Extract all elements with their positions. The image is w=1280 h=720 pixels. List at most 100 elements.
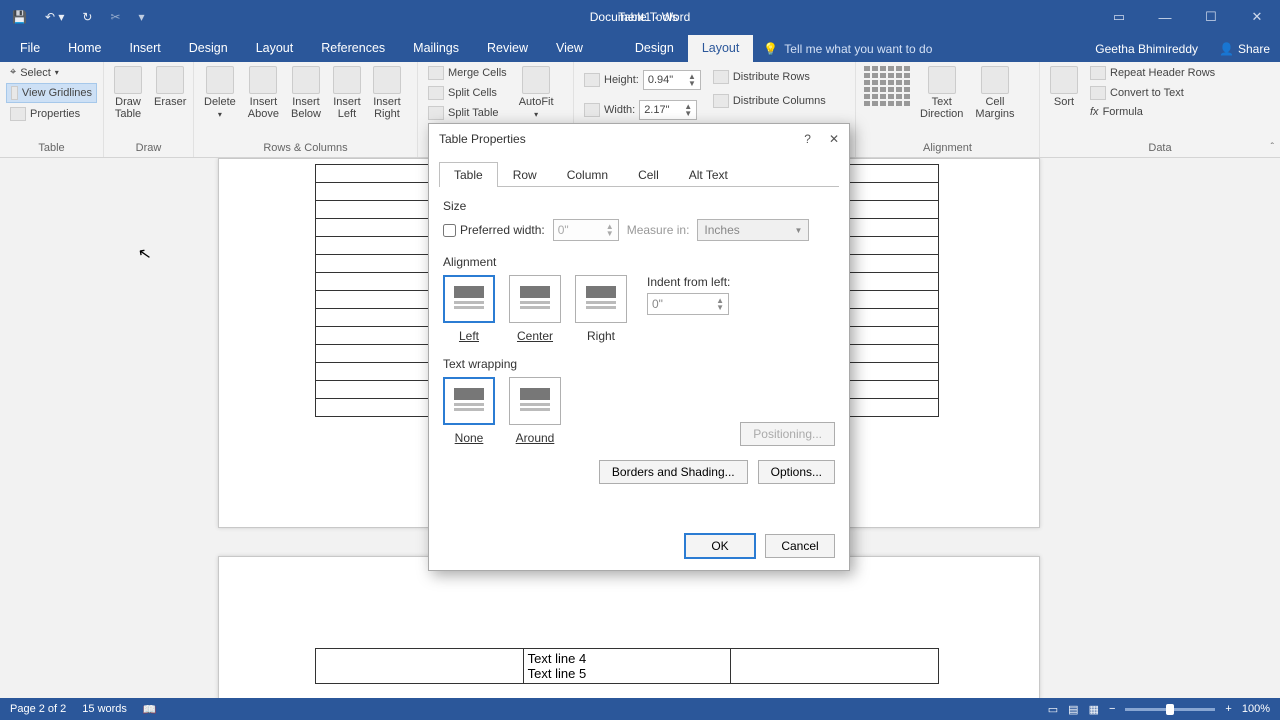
dlg-tab-table[interactable]: Table bbox=[439, 162, 498, 187]
insert-below-button[interactable]: Insert Below bbox=[287, 64, 325, 122]
eraser-label: Eraser bbox=[154, 96, 186, 108]
height-input[interactable]: 0.94"▲▼ bbox=[643, 70, 701, 90]
draw-table-button[interactable]: Draw Table bbox=[110, 64, 146, 122]
table-cell-text[interactable]: Text line 4 Text line 5 bbox=[523, 649, 731, 684]
dlg-tab-column[interactable]: Column bbox=[552, 162, 623, 187]
split-cells-button[interactable]: Split Cells bbox=[424, 84, 511, 102]
align-ml-icon[interactable] bbox=[864, 80, 878, 92]
dialog-title: Table Properties bbox=[439, 132, 526, 146]
width-input[interactable]: 2.17"▲▼ bbox=[639, 100, 697, 120]
delete-button[interactable]: Delete▾ bbox=[200, 64, 240, 123]
tab-layout[interactable]: Layout bbox=[242, 35, 308, 62]
redo-icon[interactable]: ↻ bbox=[82, 10, 92, 24]
tab-table-design[interactable]: Design bbox=[621, 35, 688, 62]
repeat-label: Repeat Header Rows bbox=[1110, 67, 1215, 79]
collapse-ribbon-icon[interactable]: ˆ bbox=[1271, 142, 1274, 153]
ok-button[interactable]: OK bbox=[685, 534, 755, 558]
dlg-tab-alttext[interactable]: Alt Text bbox=[674, 162, 743, 187]
dialog-tabs: Table Row Column Cell Alt Text bbox=[439, 162, 839, 187]
convert-text-button[interactable]: Convert to Text bbox=[1086, 84, 1219, 102]
dialog-close-icon[interactable]: ✕ bbox=[829, 132, 839, 146]
align-bl-icon[interactable] bbox=[864, 94, 878, 106]
eraser-button[interactable]: Eraser bbox=[150, 64, 190, 110]
user-name[interactable]: Geetha Bhimireddy bbox=[1095, 36, 1198, 62]
zoom-slider[interactable] bbox=[1125, 708, 1215, 711]
page-indicator[interactable]: Page 2 of 2 bbox=[10, 703, 66, 716]
dlg-tab-row[interactable]: Row bbox=[498, 162, 552, 187]
insert-right-button[interactable]: Insert Right bbox=[369, 64, 405, 122]
cancel-button[interactable]: Cancel bbox=[765, 534, 835, 558]
merge-cells-button[interactable]: Merge Cells bbox=[424, 64, 511, 82]
cell-margins-label: Cell Margins bbox=[975, 96, 1014, 120]
tab-design[interactable]: Design bbox=[175, 35, 242, 62]
tab-mailings[interactable]: Mailings bbox=[399, 35, 473, 62]
tab-view[interactable]: View bbox=[542, 35, 597, 62]
align-br-icon[interactable] bbox=[896, 94, 910, 106]
table-2[interactable]: Text line 4 Text line 5 bbox=[315, 648, 939, 684]
align-bc-icon[interactable] bbox=[880, 94, 894, 106]
tab-insert[interactable]: Insert bbox=[116, 35, 175, 62]
sort-button[interactable]: Sort bbox=[1046, 64, 1082, 110]
merge-icon bbox=[428, 66, 444, 80]
text-direction-button[interactable]: Text Direction bbox=[916, 64, 967, 122]
measure-unit-value: Inches bbox=[704, 223, 739, 237]
view-gridlines-button[interactable]: View Gridlines bbox=[6, 83, 97, 103]
align-tl-icon[interactable] bbox=[864, 66, 878, 78]
align-mc-icon[interactable] bbox=[880, 80, 894, 92]
formula-button[interactable]: fxFormula bbox=[1086, 104, 1219, 120]
tab-review[interactable]: Review bbox=[473, 35, 542, 62]
insert-left-button[interactable]: Insert Left bbox=[329, 64, 365, 122]
autofit-button[interactable]: AutoFit▾ bbox=[515, 64, 558, 123]
align-mr-icon[interactable] bbox=[896, 80, 910, 92]
align-left-option[interactable]: Left bbox=[443, 275, 495, 343]
tell-me-search[interactable]: 💡Tell me what you want to do bbox=[753, 36, 942, 62]
minimize-icon[interactable]: — bbox=[1142, 0, 1188, 34]
view-print-icon[interactable]: ▤ bbox=[1068, 703, 1078, 716]
proofing-icon[interactable]: 📖 bbox=[143, 703, 157, 716]
zoom-out-button[interactable]: − bbox=[1109, 703, 1115, 715]
dialog-help-icon[interactable]: ? bbox=[804, 132, 811, 146]
ribbon-display-icon[interactable]: ▭ bbox=[1096, 0, 1142, 34]
tab-references[interactable]: References bbox=[307, 35, 399, 62]
share-button[interactable]: 👤Share bbox=[1219, 36, 1270, 62]
wrap-none-option[interactable]: None bbox=[443, 377, 495, 445]
view-web-icon[interactable]: ▦ bbox=[1089, 703, 1099, 716]
align-right-option[interactable]: Right bbox=[575, 275, 627, 343]
dist-rows-label: Distribute Rows bbox=[733, 71, 810, 83]
close-icon[interactable]: ✕ bbox=[1234, 0, 1280, 34]
table-properties-dialog: Table Properties ? ✕ Table Row Column Cel… bbox=[428, 123, 850, 571]
qat-more-icon[interactable]: ▾ bbox=[139, 10, 145, 24]
wrap-around-option[interactable]: Around bbox=[509, 377, 561, 445]
view-read-icon[interactable]: ▭ bbox=[1048, 703, 1058, 716]
tab-table-layout[interactable]: Layout bbox=[688, 35, 754, 62]
group-alignment-label: Alignment bbox=[862, 140, 1033, 157]
preferred-width-checkbox[interactable]: Preferred width: bbox=[443, 223, 545, 237]
word-count[interactable]: 15 words bbox=[82, 703, 127, 716]
distribute-columns-button[interactable]: Distribute Columns bbox=[709, 92, 830, 110]
split-table-button[interactable]: Split Table bbox=[424, 104, 511, 122]
dlg-tab-cell[interactable]: Cell bbox=[623, 162, 674, 187]
zoom-level[interactable]: 100% bbox=[1242, 703, 1270, 715]
distribute-rows-button[interactable]: Distribute Rows bbox=[709, 68, 830, 86]
tab-file[interactable]: File bbox=[6, 35, 54, 62]
align-center-option[interactable]: Center bbox=[509, 275, 561, 343]
maximize-icon[interactable]: ☐ bbox=[1188, 0, 1234, 34]
insert-above-button[interactable]: Insert Above bbox=[244, 64, 283, 122]
align-tc-icon[interactable] bbox=[880, 66, 894, 78]
save-icon[interactable]: 💾 bbox=[12, 10, 27, 24]
repeat-header-button[interactable]: Repeat Header Rows bbox=[1086, 64, 1219, 82]
measure-in-select[interactable]: Inches▼ bbox=[697, 219, 809, 241]
cell-margins-button[interactable]: Cell Margins bbox=[971, 64, 1018, 122]
preferred-width-input[interactable]: 0"▲▼ bbox=[553, 219, 619, 241]
select-button[interactable]: ⌖Select▾ bbox=[6, 64, 97, 81]
borders-shading-button[interactable]: Borders and Shading... bbox=[599, 460, 748, 484]
properties-button[interactable]: Properties bbox=[6, 105, 97, 123]
indent-input[interactable]: 0"▲▼ bbox=[647, 293, 729, 315]
options-button[interactable]: Options... bbox=[758, 460, 835, 484]
zoom-in-button[interactable]: + bbox=[1225, 703, 1231, 715]
tab-home[interactable]: Home bbox=[54, 35, 115, 62]
wrap-around-label: Around bbox=[516, 431, 555, 445]
contextual-tab-label: Table Tools bbox=[618, 0, 678, 34]
align-tr-icon[interactable] bbox=[896, 66, 910, 78]
undo-icon[interactable]: ↶ ▾ bbox=[45, 10, 64, 24]
